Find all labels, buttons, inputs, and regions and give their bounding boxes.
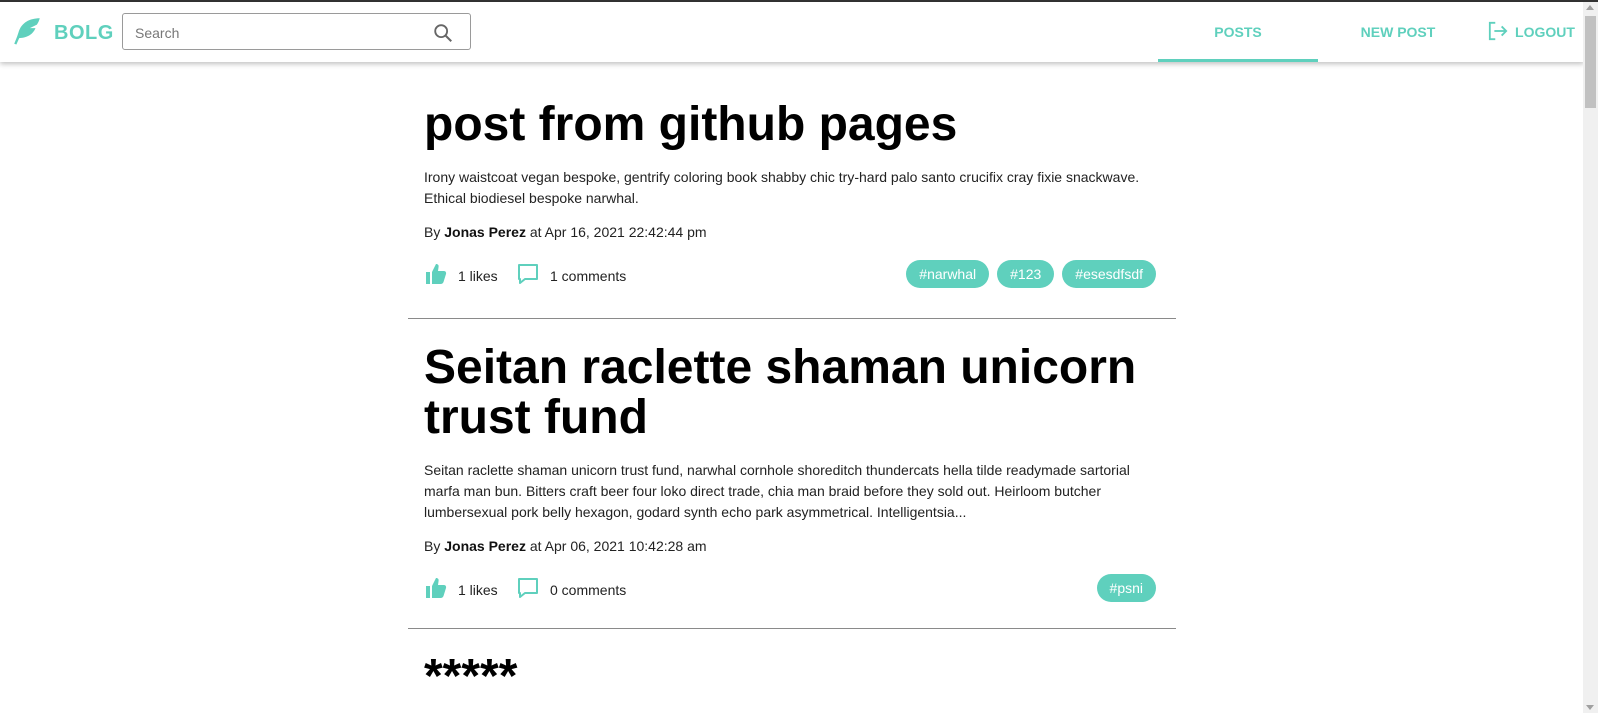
comment-count: 1 comments	[550, 267, 627, 284]
nav-tab-new-post[interactable]: NEW POST	[1318, 2, 1478, 62]
post-by: By	[424, 224, 441, 240]
tag-chip[interactable]: #123	[997, 260, 1055, 288]
post-title[interactable]: Seitan raclette shaman unicorn trust fun…	[408, 343, 1176, 443]
post-actions: 1 likes 0 comments #psni	[408, 574, 1176, 604]
tag-chip[interactable]: #narwhal	[906, 260, 990, 288]
feather-icon	[10, 14, 44, 53]
nav-tab-new-post-label: NEW POST	[1360, 24, 1436, 40]
logout-button[interactable]: LOGOUT	[1478, 2, 1584, 62]
like-count: 1 likes	[458, 581, 498, 598]
like-button[interactable]: 1 likes	[424, 576, 498, 603]
tag-chip[interactable]: #esesdfsdf	[1062, 260, 1156, 288]
post-excerpt: Seitan raclette shaman unicorn trust fun…	[424, 462, 1130, 520]
tag-list: #narwhal #123 #esesdfsdf	[906, 260, 1156, 288]
post-card: *****	[408, 652, 1176, 702]
scrollbar[interactable]	[1583, 2, 1598, 713]
like-count: 1 likes	[458, 267, 498, 284]
comment-count: 0 comments	[550, 581, 627, 598]
search-box	[122, 13, 471, 50]
thumbs-up-icon	[424, 262, 448, 289]
logout-label: LOGOUT	[1515, 24, 1575, 40]
post-divider	[408, 628, 1176, 629]
thumbs-up-icon	[424, 576, 448, 603]
scroll-down-arrow[interactable]	[1586, 705, 1594, 710]
logout-icon	[1487, 21, 1515, 44]
post-meta: By Jonas Perez at Apr 06, 2021 10:42:28 …	[408, 538, 1176, 554]
nav-tab-posts-label: POSTS	[1214, 24, 1262, 40]
comment-button[interactable]: 1 comments	[516, 262, 626, 289]
post-actions: 1 likes 1 comments #narwhal #123 #esesdf…	[408, 260, 1176, 290]
post-author: Jonas Perez	[444, 538, 526, 554]
post-date: at Apr 06, 2021 10:42:28 am	[529, 538, 707, 554]
post-excerpt: Irony waistcoat vegan bespoke, gentrify …	[424, 169, 1140, 206]
post-by: By	[424, 538, 441, 554]
tag-list: #psni	[1096, 574, 1156, 602]
brand-logo[interactable]: BOLG	[10, 14, 114, 53]
post-author: Jonas Perez	[444, 224, 526, 240]
search-input[interactable]	[133, 22, 417, 44]
post-divider	[408, 318, 1176, 319]
post-title[interactable]: *****	[408, 652, 1176, 702]
post-date: at Apr 16, 2021 22:42:44 pm	[529, 224, 707, 240]
scroll-thumb[interactable]	[1585, 16, 1596, 108]
comment-icon	[516, 576, 540, 603]
post-meta: By Jonas Perez at Apr 16, 2021 22:42:44 …	[408, 224, 1176, 240]
comment-icon	[516, 262, 540, 289]
post-title[interactable]: post from github pages	[408, 100, 1176, 150]
like-button[interactable]: 1 likes	[424, 262, 498, 289]
post-card: Seitan raclette shaman unicorn trust fun…	[408, 343, 1176, 604]
search-icon[interactable]	[432, 22, 454, 44]
post-card: post from github pages Irony waistcoat v…	[408, 100, 1176, 290]
brand-name: BOLG	[54, 22, 114, 44]
scroll-up-arrow[interactable]	[1586, 5, 1594, 10]
nav-tab-posts[interactable]: POSTS	[1158, 2, 1318, 62]
top-app-bar: BOLG POSTS NEW POST LOGOUT	[0, 2, 1584, 62]
comment-button[interactable]: 0 comments	[516, 576, 626, 603]
tag-chip[interactable]: #psni	[1096, 574, 1156, 602]
